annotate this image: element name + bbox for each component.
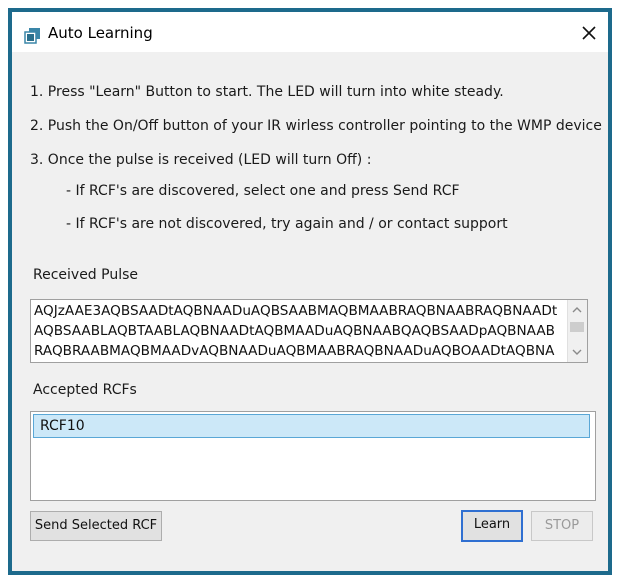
instruction-sub-2: - If RCF's are not discovered, try again… xyxy=(66,216,508,232)
scrollbar-thumb[interactable] xyxy=(570,322,584,332)
title-bar: Auto Learning xyxy=(12,12,608,52)
received-pulse-label: Received Pulse xyxy=(33,267,139,283)
learn-button[interactable]: Learn xyxy=(461,510,523,542)
received-pulse-value: AQJzAAE3AQBSAADtAQBNAADuAQBSAABMAQBMAABR… xyxy=(34,303,558,359)
instruction-step-1: 1. Press "Learn" Button to start. The LE… xyxy=(30,84,504,100)
send-selected-rcf-button[interactable]: Send Selected RCF xyxy=(30,511,162,541)
instruction-sub-1: - If RCF's are discovered, select one an… xyxy=(66,183,460,199)
chevron-up-icon[interactable] xyxy=(572,306,582,313)
auto-learning-window: Auto Learning 1. Press "Learn" Button to… xyxy=(8,8,612,575)
pulse-scrollbar[interactable] xyxy=(567,300,587,362)
received-pulse-textbox[interactable]: AQJzAAE3AQBSAADtAQBNAADuAQBSAABMAQBMAABR… xyxy=(30,299,588,363)
accepted-rcfs-list[interactable]: RCF10 xyxy=(30,411,596,501)
app-icon xyxy=(24,28,40,44)
accepted-rcfs-label: Accepted RCFs xyxy=(33,382,137,398)
window-title: Auto Learning xyxy=(48,24,153,42)
instruction-step-2: 2. Push the On/Off button of your IR wir… xyxy=(30,118,602,134)
stop-button[interactable]: STOP xyxy=(531,511,593,541)
close-icon[interactable] xyxy=(578,22,600,44)
list-item[interactable]: RCF10 xyxy=(33,414,590,438)
instruction-step-3: 3. Once the pulse is received (LED will … xyxy=(30,152,372,168)
chevron-down-icon[interactable] xyxy=(572,349,582,356)
